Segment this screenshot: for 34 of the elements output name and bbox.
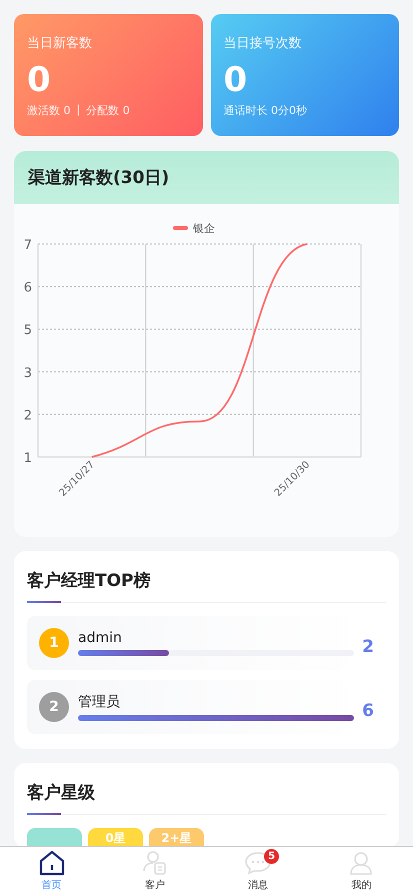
chat-icon <box>244 850 272 876</box>
star-tile[interactable] <box>27 828 82 847</box>
y-tick-label: 7 <box>24 238 32 253</box>
tab-item[interactable]: 客户 <box>103 847 206 894</box>
legend-label: 银企 <box>192 222 215 235</box>
section-title: 客户经理TOP榜 <box>27 570 152 592</box>
legend-item: 银企 <box>173 222 215 235</box>
y-tick-label: 6 <box>24 280 32 296</box>
home-icon <box>38 850 65 876</box>
tab-item[interactable]: 5 消息 <box>206 847 310 894</box>
unread-badge: 5 <box>264 849 280 864</box>
stat-title: 当日新客数 <box>27 35 93 52</box>
rank-badge: 1 <box>39 628 69 658</box>
y-tick-label: 2 <box>24 408 32 424</box>
customer-icon <box>142 850 168 876</box>
stat-title: 当日接号次数 <box>224 35 302 52</box>
y-tick-label: 5 <box>24 323 32 338</box>
stat-detail: | <box>76 103 80 118</box>
panel-title: 渠道新客数(30日) <box>28 167 170 189</box>
stat-value: 0 <box>27 60 52 100</box>
manager-name: 管理员 <box>78 693 121 711</box>
tab-item[interactable]: 我的 <box>310 847 413 894</box>
person-icon <box>348 850 374 876</box>
section-title: 客户星级 <box>27 782 96 804</box>
customer-count: 2 <box>362 637 374 657</box>
y-tick-label: 3 <box>24 366 32 381</box>
manager-name: admin <box>78 630 123 646</box>
customer-count: 6 <box>362 701 374 721</box>
y-tick-label: 1 <box>24 451 32 466</box>
rank-badge: 2 <box>39 692 69 722</box>
stat-detail: 通话时长 0分0秒 <box>224 103 307 118</box>
stat-detail: 激活数 0 <box>27 103 70 118</box>
stat-value: 0 <box>224 60 248 100</box>
stat-detail: 分配数 0 <box>86 103 130 118</box>
